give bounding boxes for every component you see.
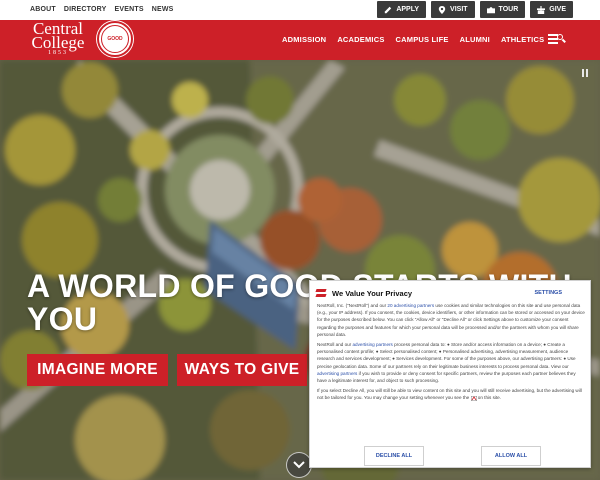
- apply-button[interactable]: APPLY: [377, 1, 427, 18]
- seal-inner: GOOD: [101, 25, 129, 53]
- utility-buttons: APPLY VISIT TOUR GIVE: [377, 1, 573, 18]
- give-button[interactable]: GIVE: [530, 1, 573, 18]
- main-nav: ADMISSION ACADEMICS CAMPUS LIFE ALUMNI A…: [282, 35, 544, 44]
- consent-body: NextRoll, Inc. ("NextRoll") and our 20 a…: [317, 302, 585, 405]
- imagine-more-button[interactable]: IMAGINE MORE: [27, 354, 168, 386]
- advertising-partners-link[interactable]: 20 advertising partners: [387, 303, 434, 308]
- privacy-consent-banner: We Value Your Privacy SETTINGS NextRoll,…: [309, 280, 591, 468]
- good-seal-logo[interactable]: GOOD: [97, 21, 133, 57]
- consent-header: We Value Your Privacy: [315, 288, 413, 298]
- pencil-icon: [385, 6, 392, 13]
- menu-search-icon[interactable]: [548, 33, 566, 45]
- nav-item-campus-life[interactable]: CAMPUS LIFE: [396, 35, 449, 44]
- consent-paragraph-2: NextRoll and our advertising partners pr…: [317, 341, 585, 384]
- pause-icon[interactable]: [582, 69, 588, 77]
- advertising-partners-link[interactable]: advertising partners: [317, 371, 357, 376]
- nav-item-athletics[interactable]: ATHLETICS: [501, 35, 544, 44]
- nextroll-logo-icon: [315, 288, 327, 298]
- camera-icon: [486, 6, 495, 13]
- tour-label: TOUR: [498, 6, 519, 13]
- nav-item-alumni[interactable]: ALUMNI: [460, 35, 490, 44]
- give-label: GIVE: [549, 6, 566, 13]
- seal-text: GOOD: [107, 36, 123, 42]
- decline-all-button[interactable]: DECLINE ALL: [364, 446, 424, 466]
- allow-all-button[interactable]: ALLOW ALL: [481, 446, 541, 466]
- consent-settings-link[interactable]: SETTINGS: [534, 290, 562, 296]
- utility-bar: ABOUT DIRECTORY EVENTS NEWS APPLY VISIT …: [0, 0, 600, 20]
- events-link[interactable]: EVENTS: [115, 6, 144, 13]
- settings-badge-icon: [470, 395, 477, 402]
- advertising-partners-link[interactable]: advertising partners: [353, 342, 393, 347]
- nav-item-admission[interactable]: ADMISSION: [282, 35, 326, 44]
- nav-item-academics[interactable]: ACADEMICS: [337, 35, 384, 44]
- main-header: Central College 1853 GOOD ADMISSION ACAD…: [0, 20, 600, 60]
- consent-text: on this site.: [477, 395, 502, 401]
- tour-button[interactable]: TOUR: [479, 1, 526, 18]
- directory-link[interactable]: DIRECTORY: [64, 6, 107, 13]
- consent-paragraph-3: If you select Decline All, you will stil…: [317, 387, 585, 402]
- consent-paragraph-1: NextRoll, Inc. ("NextRoll") and our 20 a…: [317, 302, 585, 338]
- visit-button[interactable]: VISIT: [431, 1, 475, 18]
- about-link[interactable]: ABOUT: [30, 6, 56, 13]
- consent-text: use cookies and similar technologies on …: [317, 303, 585, 337]
- visit-label: VISIT: [450, 6, 468, 13]
- ways-to-give-button[interactable]: WAYS TO GIVE: [177, 354, 307, 386]
- apply-label: APPLY: [396, 6, 420, 13]
- utility-links: ABOUT DIRECTORY EVENTS NEWS: [30, 6, 174, 13]
- consent-text: NextRoll, Inc. ("NextRoll") and our: [317, 303, 388, 308]
- map-pin-icon: [438, 5, 446, 14]
- consent-title: We Value Your Privacy: [332, 288, 413, 298]
- news-link[interactable]: NEWS: [152, 6, 174, 13]
- logo-line2: College: [31, 33, 85, 52]
- consent-text: If you select Decline All, you will stil…: [317, 388, 582, 401]
- consent-text: NextRoll and our: [317, 342, 353, 348]
- chevron-down-icon: [293, 461, 305, 469]
- gift-icon: [537, 5, 546, 14]
- college-logo[interactable]: Central College 1853: [27, 20, 89, 58]
